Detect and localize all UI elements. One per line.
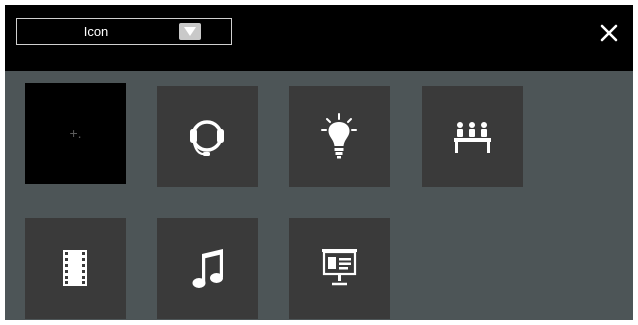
presentation-icon [322,249,357,286]
close-icon [600,24,618,42]
triangle-down-icon[interactable] [179,23,201,40]
film-icon [63,250,87,286]
icon-tile-presentation[interactable] [289,218,390,319]
picker-header: Icon [5,5,633,71]
close-button[interactable] [597,21,621,45]
music-note-icon [192,249,223,288]
type-dropdown[interactable]: Icon [16,18,232,45]
dropdown-value: Icon [83,24,109,39]
lightbulb-icon [321,113,357,159]
headset-icon [190,120,224,156]
add-icon-tile[interactable]: +. [25,83,126,184]
icon-picker-panel: Icon +. [5,5,633,320]
audience-icon [454,122,491,153]
icon-tile-music[interactable] [157,218,258,319]
icon-tile-audience[interactable] [422,86,523,187]
add-icon: +. [69,125,82,141]
icon-tile-lightbulb[interactable] [289,86,390,187]
icon-tile-headset[interactable] [157,86,258,187]
icon-tile-film[interactable] [25,218,126,319]
